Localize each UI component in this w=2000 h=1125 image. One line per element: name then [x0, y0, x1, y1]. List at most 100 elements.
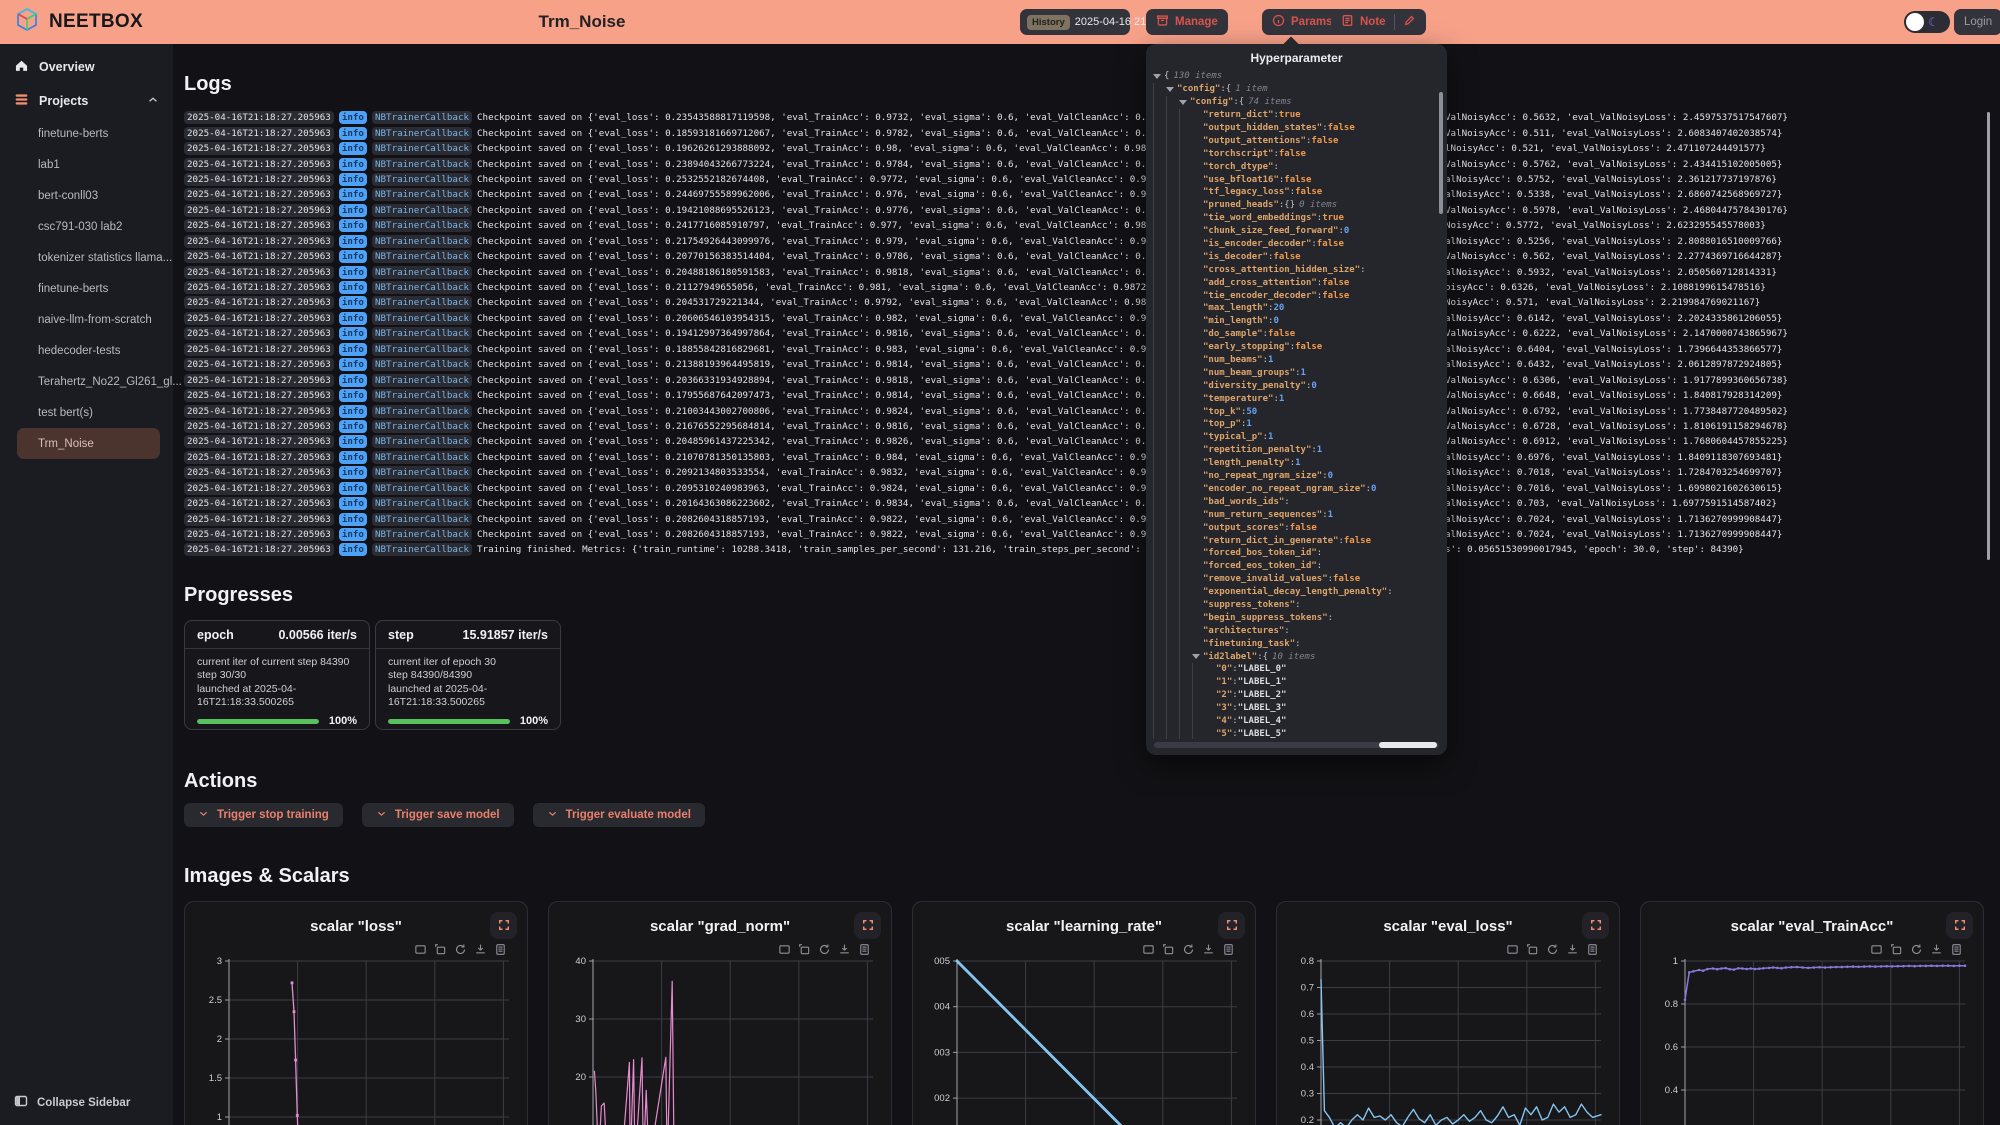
pan-select-icon[interactable]	[798, 943, 811, 956]
log-message: Checkpoint saved on {'eval_loss': 0.2016…	[477, 498, 1777, 509]
reset-view-icon[interactable]	[1910, 943, 1923, 956]
sidebar-item-projects[interactable]: Projects	[0, 90, 173, 112]
popup-horizontal-scrollbar[interactable]	[1154, 742, 1439, 748]
sidebar-project-item[interactable]: Trm_Noise	[17, 428, 160, 459]
indent-guide	[1179, 276, 1192, 289]
svg-text:0.7: 0.7	[1301, 982, 1314, 993]
indent-guide	[1179, 134, 1192, 147]
pan-select-icon[interactable]	[1890, 943, 1903, 956]
json-value: 50	[1246, 407, 1257, 417]
indent-guide	[1153, 392, 1166, 405]
chart-expand-button[interactable]	[854, 912, 881, 939]
log-timestamp: 2025-04-16T21:18:27.205963	[184, 513, 334, 526]
log-logger: NBTrainerCallback	[372, 111, 472, 124]
indent-guide	[1153, 83, 1166, 96]
sidebar: Overview Projects finetune-bertslab1bert…	[0, 44, 173, 1125]
login-button[interactable]: Login	[1954, 9, 2000, 35]
log-level-badge: info	[339, 435, 367, 448]
indent-guide	[1166, 302, 1179, 315]
hyperparameter-json-tree[interactable]: { 130 items"config": { 1 item"config": {…	[1153, 70, 1435, 739]
indent-guide	[1153, 483, 1166, 496]
sidebar-project-item[interactable]: lab1	[0, 149, 173, 180]
log-row: 2025-04-16T21:18:27.205963infoNBTrainerC…	[184, 357, 1984, 372]
sidebar-project-item[interactable]: finetune-berts	[0, 273, 173, 304]
download-icon[interactable]	[1566, 943, 1579, 956]
download-icon[interactable]	[1202, 943, 1215, 956]
scalar-plot[interactable]: 32.521.51	[197, 957, 515, 1125]
data-list-icon[interactable]	[494, 943, 507, 956]
json-tree-line: "id2label": { 10 items	[1153, 650, 1435, 663]
history-dropdown[interactable]: History 2025-04-16 21:18:30	[1020, 9, 1130, 35]
popup-vertical-scrollbar[interactable]	[1439, 92, 1443, 214]
download-icon[interactable]	[474, 943, 487, 956]
download-icon[interactable]	[838, 943, 851, 956]
caret-icon[interactable]	[1166, 87, 1177, 92]
sidebar-project-item[interactable]: test bert(s)	[0, 397, 173, 428]
scalar-plot[interactable]: 005004003002001	[925, 957, 1243, 1125]
json-value: "LABEL_0"	[1238, 664, 1287, 674]
sidebar-project-item[interactable]: Terahertz_No22_Gl261_gl...	[0, 366, 173, 397]
sidebar-project-item[interactable]: hedecoder-tests	[0, 335, 173, 366]
data-list-icon[interactable]	[1222, 943, 1235, 956]
data-list-icon[interactable]	[1586, 943, 1599, 956]
sidebar-project-item[interactable]: bert-conll03	[0, 180, 173, 211]
download-icon[interactable]	[1930, 943, 1943, 956]
theme-toggle[interactable]: ☾	[1904, 11, 1950, 33]
json-key: "num_beams"	[1203, 355, 1263, 365]
action-trigger-button[interactable]: Trigger evaluate model	[533, 803, 705, 827]
pan-select-icon[interactable]	[1526, 943, 1539, 956]
fullscreen-icon	[862, 919, 874, 931]
reset-view-icon[interactable]	[818, 943, 831, 956]
sidebar-item-overview[interactable]: Overview	[0, 56, 173, 78]
caret-icon[interactable]	[1192, 654, 1203, 659]
action-trigger-button[interactable]: Trigger save model	[362, 803, 514, 827]
note-button[interactable]: Note	[1331, 9, 1426, 35]
collapse-sidebar-button[interactable]: Collapse Sidebar	[14, 1094, 130, 1111]
popup-horizontal-scrollbar-thumb[interactable]	[1379, 742, 1437, 748]
reset-view-icon[interactable]	[454, 943, 467, 956]
app-logo[interactable]: NEETBOX	[14, 7, 143, 38]
indent-guide	[1166, 431, 1179, 444]
caret-icon[interactable]	[1153, 74, 1164, 79]
json-tree-line: "length_penalty": 1	[1153, 457, 1435, 470]
pan-select-icon[interactable]	[434, 943, 447, 956]
box-zoom-icon[interactable]	[1142, 943, 1155, 956]
scalar-plot[interactable]: 10.80.60.40.2	[1653, 957, 1971, 1125]
neetbox-cube-icon	[14, 7, 40, 38]
reset-view-icon[interactable]	[1182, 943, 1195, 956]
box-zoom-icon[interactable]	[1506, 943, 1519, 956]
json-key: "max_length"	[1203, 303, 1268, 313]
indent-guide	[1179, 199, 1192, 212]
scalar-plot[interactable]: 40302010	[561, 957, 879, 1125]
chart-expand-button[interactable]	[1218, 912, 1245, 939]
scalar-plot[interactable]: 0.80.70.60.50.40.30.2	[1289, 957, 1607, 1125]
chart-expand-button[interactable]	[490, 912, 517, 939]
box-zoom-icon[interactable]	[1870, 943, 1883, 956]
chart-expand-button[interactable]	[1946, 912, 1973, 939]
logs-scrollbar[interactable]	[1987, 112, 1990, 560]
manage-button[interactable]: Manage	[1146, 9, 1228, 35]
box-zoom-icon[interactable]	[414, 943, 427, 956]
log-timestamp: 2025-04-16T21:18:27.205963	[184, 405, 334, 418]
pan-select-icon[interactable]	[1162, 943, 1175, 956]
chart-card: scalar "learning_rate"005004003002001	[912, 901, 1256, 1125]
json-value: false	[1333, 574, 1360, 584]
pencil-icon[interactable]	[1403, 14, 1416, 30]
sidebar-project-item[interactable]: tokenizer statistics llama...	[0, 242, 173, 273]
box-zoom-icon[interactable]	[778, 943, 791, 956]
indent-guide	[1179, 109, 1192, 122]
log-message: Checkpoint saved on {'eval_loss': 0.1962…	[477, 143, 1766, 154]
caret-icon[interactable]	[1179, 100, 1190, 105]
sidebar-project-item[interactable]: csc791-030 lab2	[0, 211, 173, 242]
indent-guide	[1153, 470, 1166, 483]
reset-view-icon[interactable]	[1546, 943, 1559, 956]
data-list-icon[interactable]	[858, 943, 871, 956]
chart-expand-button[interactable]	[1582, 912, 1609, 939]
sidebar-project-item[interactable]: finetune-berts	[0, 118, 173, 149]
json-key: "output_hidden_states"	[1203, 123, 1322, 133]
action-trigger-button[interactable]: Trigger stop training	[184, 803, 343, 827]
chevron-up-icon[interactable]	[147, 94, 159, 109]
data-list-icon[interactable]	[1950, 943, 1963, 956]
json-key: "diversity_penalty"	[1203, 381, 1306, 391]
sidebar-project-item[interactable]: naive-llm-from-scratch	[0, 304, 173, 335]
